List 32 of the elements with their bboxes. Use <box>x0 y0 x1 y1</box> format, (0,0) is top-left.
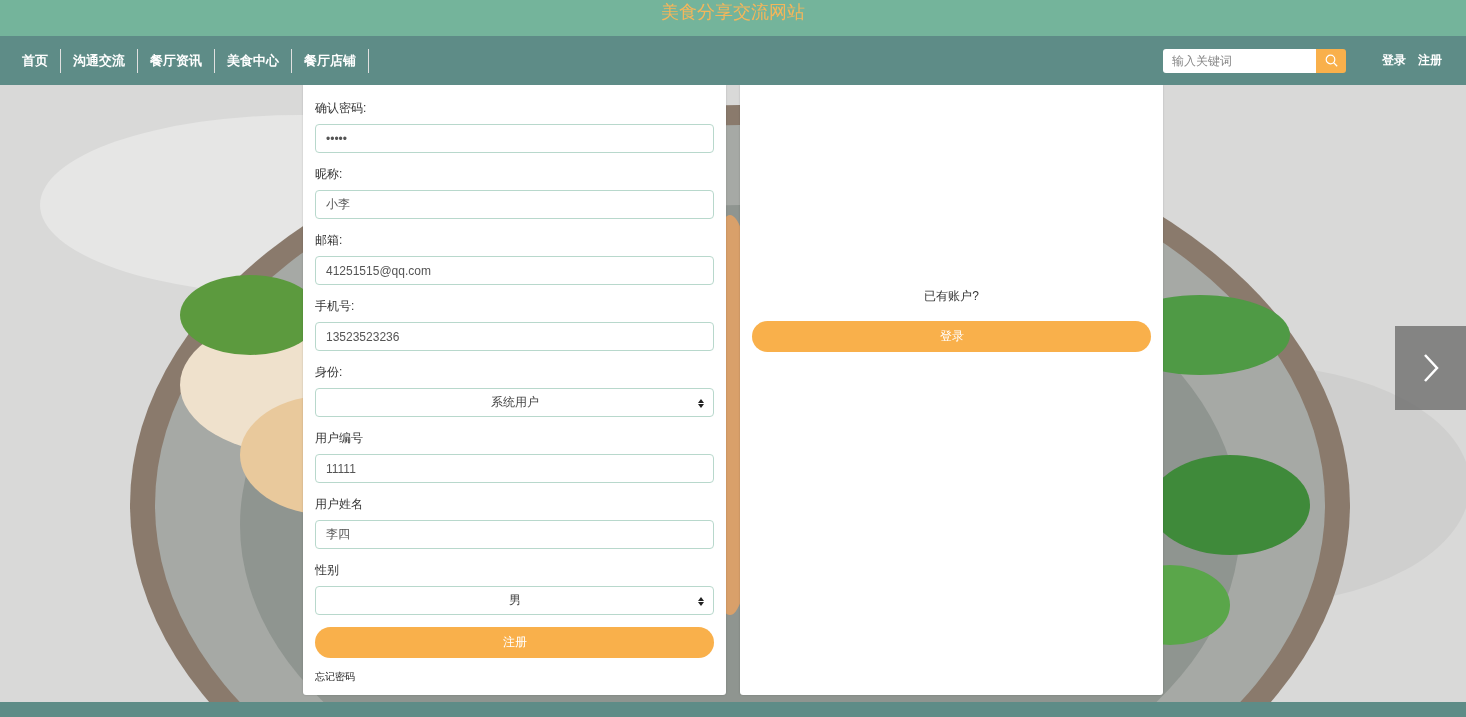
select-field[interactable]: 男 <box>315 586 714 615</box>
nav-link[interactable]: 餐厅店铺 <box>296 48 369 73</box>
select-field[interactable]: 系统用户 <box>315 388 714 417</box>
field-label: 手机号: <box>315 298 356 315</box>
search-button[interactable] <box>1316 48 1346 73</box>
field-label: 用户姓名 <box>315 496 364 513</box>
field-label: 昵称: <box>315 166 344 183</box>
nav-link[interactable]: 沟通交流 <box>65 48 138 73</box>
header-link[interactable]: 登录 <box>1382 52 1406 69</box>
input-field[interactable]: 11111 <box>315 454 714 483</box>
nav-link[interactable]: 餐厅资讯 <box>142 48 215 73</box>
sort-arrows-icon <box>698 399 704 408</box>
sort-arrows-icon <box>698 597 704 606</box>
field-label: 确认密码: <box>315 100 368 117</box>
nav-link[interactable]: 首页 <box>14 48 61 73</box>
field-label: 性别 <box>315 562 340 579</box>
nav-link[interactable]: 美食中心 <box>219 48 292 73</box>
input-field[interactable]: 13523523236 <box>315 322 714 351</box>
account-prompt: 已有账户? <box>924 288 979 304</box>
input-field[interactable]: 李四 <box>315 520 714 549</box>
field-label: 用户编号 <box>315 430 364 447</box>
input-field[interactable]: 小李 <box>315 190 714 219</box>
input-field[interactable]: 41251515@qq.com <box>315 256 714 285</box>
field-label: 邮箱: <box>315 232 344 249</box>
forgot-password-link[interactable]: 忘记密码 <box>315 670 355 684</box>
field-label: 身份: <box>315 364 344 381</box>
chevron-right-icon <box>1421 353 1440 383</box>
header-link[interactable]: 注册 <box>1418 52 1442 69</box>
search-field[interactable]: 输入关键词 <box>1163 48 1316 73</box>
site-title: 美食分享交流网站 <box>661 1 805 24</box>
search-icon <box>1324 54 1338 67</box>
input-field[interactable]: ••••• <box>315 124 714 153</box>
